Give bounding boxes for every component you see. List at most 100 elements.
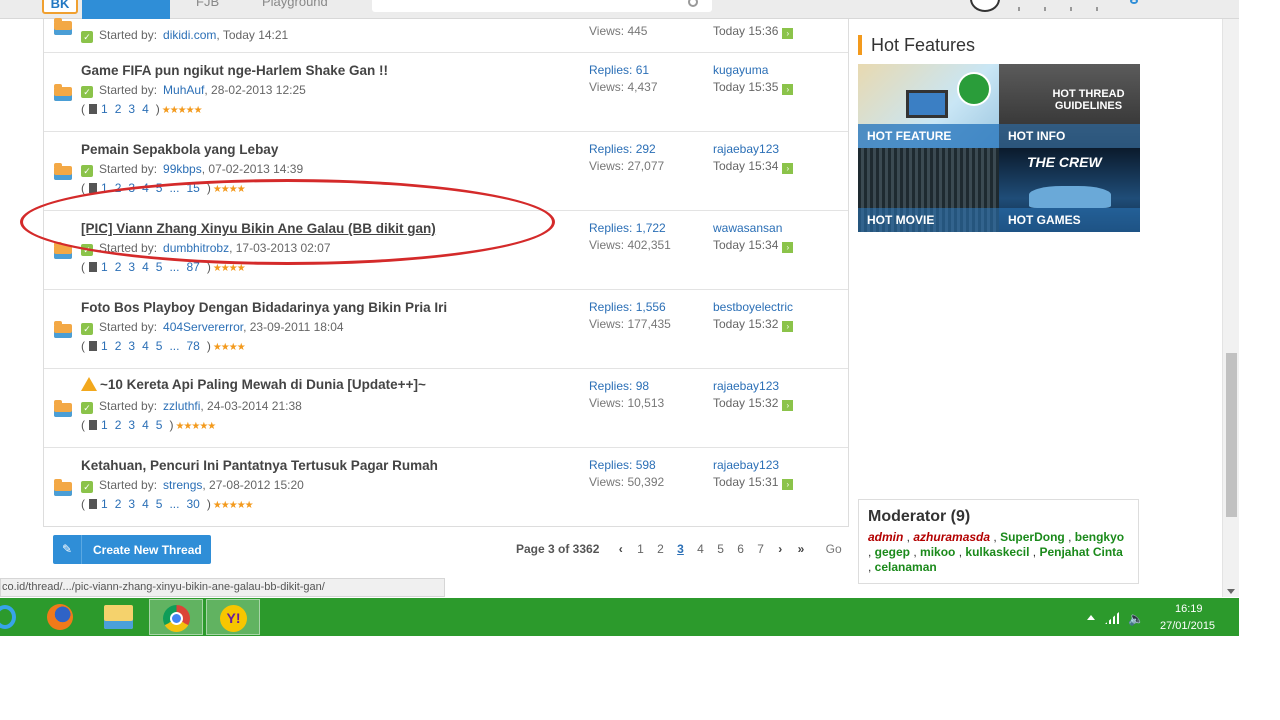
page-link[interactable]: 4	[142, 418, 149, 432]
pencil-icon: ✎	[53, 535, 82, 564]
taskbar-firefox[interactable]	[33, 599, 87, 635]
thread-author-link[interactable]: 99kbps	[163, 162, 202, 176]
page-link[interactable]: 5	[156, 497, 163, 511]
page-link[interactable]: 4	[142, 497, 149, 511]
thread-replies: Replies: 98	[589, 379, 650, 393]
thread-list: ✓ Started by: dikidi.com, Today 14:21 View…	[43, 18, 849, 527]
page-link[interactable]: 30	[186, 497, 199, 511]
tile-label: HOT MOVIE	[867, 213, 935, 227]
tile-label: HOT FEATURE	[867, 129, 952, 143]
hot-games-tile[interactable]: THE CREW HOT GAMES	[999, 148, 1140, 232]
page-link[interactable]: 3	[128, 260, 135, 274]
thread-last-poster-link[interactable]: rajaebay123	[713, 379, 779, 393]
thread-last-poster-link[interactable]: rajaebay123	[713, 142, 779, 156]
taskbar-file-explorer[interactable]	[91, 599, 145, 635]
thread-started-by: ✓ Started by: 404Servererror, 23-09-2011 1…	[81, 320, 344, 335]
vertical-scrollbar[interactable]	[1222, 19, 1239, 597]
clock-date[interactable]: 27/01/2015	[1160, 620, 1215, 632]
page-of-label: Page 3 of 3362	[516, 542, 600, 556]
page-link[interactable]: 3	[128, 497, 135, 511]
page-link[interactable]: 2	[115, 102, 122, 116]
thread-author-link[interactable]: zzluthfi	[163, 399, 200, 413]
page-link[interactable]: 3	[128, 418, 135, 432]
thread-author-link[interactable]: 404Servererror	[163, 320, 243, 334]
next-page-button[interactable]: ›	[778, 542, 782, 556]
page-link[interactable]: 4	[142, 102, 149, 116]
thread-title-link[interactable]: Pemain Sepakbola yang Lebay	[81, 142, 278, 157]
page-number[interactable]: 6	[737, 542, 744, 556]
volume-icon[interactable]: 🔈	[1128, 611, 1144, 627]
page-link[interactable]: 2	[115, 339, 122, 353]
current-page-number[interactable]: 3	[677, 542, 684, 556]
go-to-last-post-icon[interactable]: ›	[782, 321, 794, 332]
page-link[interactable]: 78	[186, 339, 199, 353]
moderator-link[interactable]: azhuramasda	[913, 530, 990, 544]
thread-last-poster-link[interactable]: wawasansan	[713, 221, 782, 235]
go-to-last-post-icon[interactable]: ›	[782, 479, 794, 490]
go-to-last-post-icon[interactable]: ›	[782, 84, 794, 95]
page-link[interactable]: 1	[101, 260, 108, 274]
page-link[interactable]: 2	[115, 260, 122, 274]
scroll-down-arrow-icon[interactable]	[1227, 589, 1235, 594]
moderator-link[interactable]: admin	[868, 530, 903, 544]
page-link[interactable]: 1	[101, 102, 108, 116]
page-link[interactable]: 4	[142, 260, 149, 274]
moderator-link[interactable]: mikoo	[920, 545, 955, 559]
thread-last-poster-link[interactable]: rajaebay123	[713, 458, 779, 472]
moderator-link[interactable]: bengkyo	[1075, 530, 1124, 544]
page-link[interactable]: 5	[156, 260, 163, 274]
page-link[interactable]: 3	[128, 102, 135, 116]
clock-time[interactable]: 16:19	[1175, 603, 1203, 615]
go-to-last-post-icon[interactable]: ›	[782, 163, 794, 174]
page-number[interactable]: 4	[697, 542, 704, 556]
page-number[interactable]: 5	[717, 542, 724, 556]
thread-views: Views: 445	[589, 24, 648, 38]
last-page-button[interactable]: »	[798, 542, 805, 556]
page-link[interactable]: 1	[101, 497, 108, 511]
thread-last-poster-link[interactable]: bestboyelectric	[713, 300, 793, 314]
go-to-last-post-icon[interactable]: ›	[782, 400, 794, 411]
go-to-last-post-icon[interactable]: ›	[782, 28, 794, 39]
thread-author-link[interactable]: dikidi.com	[163, 28, 216, 42]
moderator-link[interactable]: Penjahat Cinta	[1039, 545, 1122, 559]
rating-stars: ★★★★	[212, 263, 246, 274]
page-link[interactable]: 1	[101, 339, 108, 353]
page-number[interactable]: 1	[637, 542, 644, 556]
thread-title-link[interactable]: Ketahuan, Pencuri Ini Pantatnya Tertusuk…	[81, 458, 438, 473]
moderator-link[interactable]: gegep	[875, 545, 910, 559]
prev-page-button[interactable]: ‹	[619, 542, 623, 556]
go-to-last-post-icon[interactable]: ›	[782, 242, 794, 253]
status-bar-url: co.id/thread/.../pic-viann-zhang-xinyu-b…	[0, 578, 445, 597]
create-new-thread-button[interactable]: ✎ Create New Thread	[53, 535, 211, 564]
thread-last-post-time: Today 15:34 ›	[713, 159, 794, 174]
moderator-link[interactable]: SuperDong	[1000, 530, 1065, 544]
thread-author-link[interactable]: MuhAuf	[163, 83, 204, 97]
show-hidden-icons-icon[interactable]	[1087, 615, 1095, 620]
page-link[interactable]: 5	[156, 418, 163, 432]
hot-info-tile[interactable]: HOT THREAD GUIDELINES HOT INFO	[999, 64, 1140, 148]
thread-last-poster-link[interactable]: kugayuma	[713, 63, 768, 77]
page-number[interactable]: 7	[757, 542, 764, 556]
user-avatar[interactable]	[970, 0, 1000, 12]
rating-stars: ★★★★★	[161, 105, 203, 116]
page-number[interactable]: 2	[657, 542, 664, 556]
page-link[interactable]: 1	[101, 418, 108, 432]
hot-movie-tile[interactable]: HOT MOVIE	[858, 148, 999, 232]
moderator-link[interactable]: kulkaskecil	[965, 545, 1029, 559]
thread-title-link[interactable]: Game FIFA pun ngikut nge-Harlem Shake Ga…	[81, 63, 388, 78]
go-button[interactable]: Go	[826, 542, 842, 556]
taskbar-yahoo-messenger[interactable]: Y!	[206, 599, 260, 635]
thread-last-post-time: Today 15:36 ›	[713, 24, 794, 39]
hot-feature-tile[interactable]: HOT FEATURE	[858, 64, 999, 148]
page-link[interactable]: 2	[115, 497, 122, 511]
page-link[interactable]: 5	[156, 339, 163, 353]
scrollbar-thumb[interactable]	[1226, 353, 1237, 517]
thread-title-link[interactable]: ~10 Kereta Api Paling Mewah di Dunia [Up…	[81, 377, 426, 392]
moderator-link[interactable]: celanaman	[875, 560, 937, 574]
page-link[interactable]: 2	[115, 418, 122, 432]
thread-author-link[interactable]: strengs	[163, 478, 202, 492]
thread-title-link[interactable]: Foto Bos Playboy Dengan Bidadarinya yang…	[81, 300, 447, 315]
taskbar-chrome[interactable]	[149, 599, 203, 635]
page-link[interactable]: 4	[142, 339, 149, 353]
page-link[interactable]: 3	[128, 339, 135, 353]
